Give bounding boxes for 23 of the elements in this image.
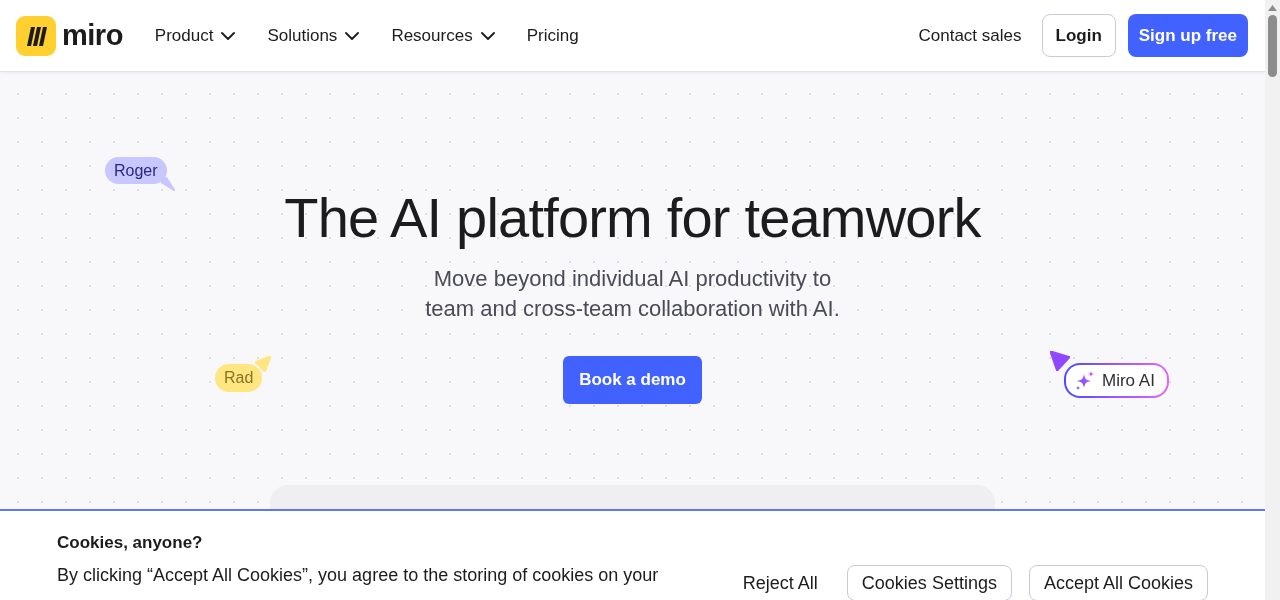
nav-menu-dropdown[interactable]: Product xyxy=(154,22,236,49)
scroll-up-arrow-icon[interactable] xyxy=(1268,5,1277,11)
book-demo-button[interactable]: Book a demo xyxy=(563,356,702,404)
login-button[interactable]: Login xyxy=(1041,14,1116,57)
nav-menu-dropdown[interactable]: Resources xyxy=(391,22,495,49)
accept-cookies-button[interactable]: Accept All Cookies xyxy=(1028,565,1208,600)
ai-tag-label: Miro AI xyxy=(1102,369,1155,392)
sparkle-icon xyxy=(1076,371,1094,390)
nav-link[interactable]: Pricing xyxy=(526,22,579,49)
cookie-description: By clicking “Accept All Cookies”, you agree to the storing of cookies on your xyxy=(57,564,660,587)
cookie-settings-button[interactable]: Cookies Settings xyxy=(846,565,1012,600)
signup-button[interactable]: Sign up free xyxy=(1127,14,1248,57)
user-name-tag: Rad xyxy=(215,364,263,392)
brand-wordmark[interactable]: miro xyxy=(62,21,123,50)
scrollbar-thumb[interactable] xyxy=(1268,15,1277,77)
logo-icon[interactable] xyxy=(16,15,56,56)
hero-subtitle: Move beyond individual AI productivity to team and cross-team collaboration with AI. xyxy=(424,265,841,323)
scrollbar-track[interactable] xyxy=(1265,0,1280,600)
cookie-title: Cookies, anyone? xyxy=(57,532,204,554)
nav-menu-dropdown[interactable]: Solutions xyxy=(267,22,360,49)
hero-heading: The AI platform for teamwork xyxy=(284,188,981,248)
user-name-tag: Roger xyxy=(105,157,167,184)
contact-sales-link[interactable]: Contact sales xyxy=(918,22,1022,49)
